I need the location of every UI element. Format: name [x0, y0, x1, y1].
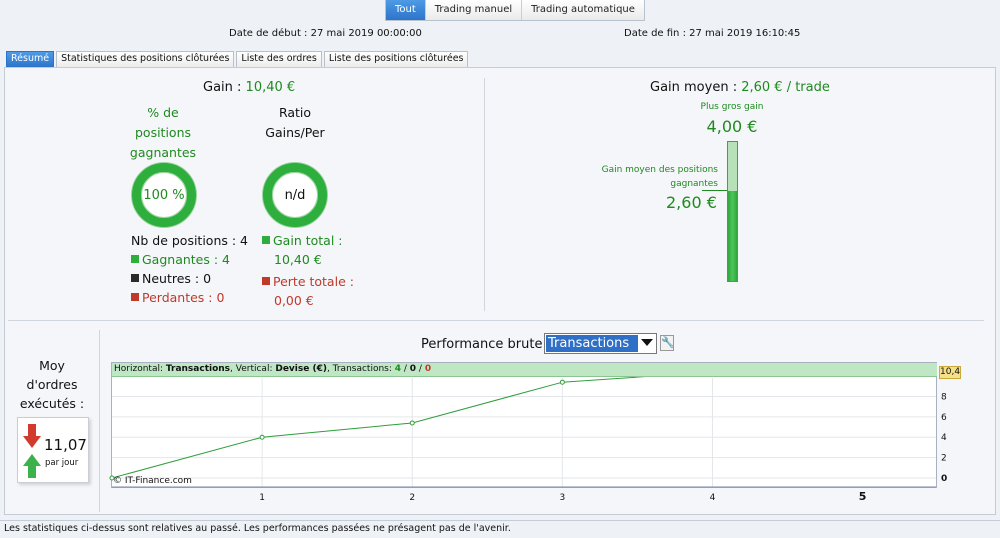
x-tick-label: 2: [409, 493, 415, 503]
data-point: [259, 434, 265, 440]
y-tick-label: 6: [941, 413, 947, 423]
data-point: [409, 420, 415, 426]
watermark: © IT-Finance.com: [113, 476, 192, 486]
data-point: [559, 379, 565, 385]
last-value-badge: 10,4: [939, 366, 961, 379]
y-tick-label: 8: [941, 392, 947, 402]
x-tick-label: 1: [259, 493, 265, 503]
y-tick-label: 2: [941, 454, 947, 464]
x-tick-label: 3: [559, 493, 565, 503]
disclaimer: Les statistiques ci-dessus sont relative…: [0, 520, 1000, 538]
chart-legend: Horizontal: Transactions, Vertical: Devi…: [112, 363, 937, 377]
x-tick-label: 5: [859, 490, 867, 503]
y-tick-label: 0: [941, 474, 947, 484]
perf-chart: 1 2 3 4 5 0 2 4 6 8: [109, 369, 947, 503]
y-tick-label: 4: [941, 433, 947, 443]
x-tick-label: 4: [710, 493, 716, 503]
